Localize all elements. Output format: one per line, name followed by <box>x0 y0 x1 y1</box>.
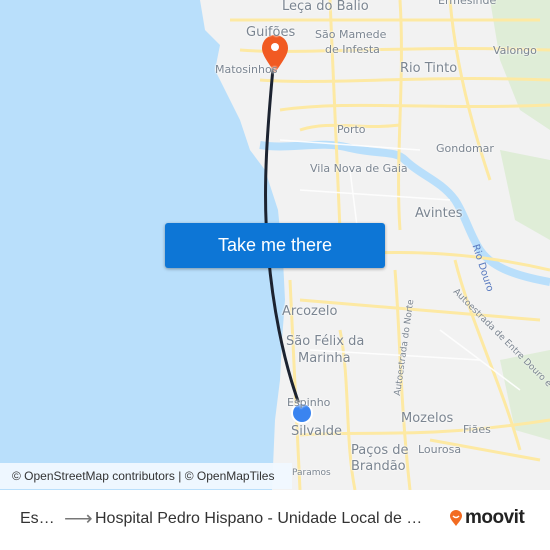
footer: Es… ⟶ Hospital Pedro Hispano - Unidade L… <box>0 490 550 550</box>
place-label: São Mamede <box>315 28 387 41</box>
place-label: São Félix da <box>286 334 365 349</box>
place-label: Lourosa <box>418 443 462 456</box>
place-label: Brandão <box>351 459 406 474</box>
place-label: Gondomar <box>436 142 494 155</box>
arrow-right-icon: ⟶ <box>64 508 93 530</box>
place-label: Guifões <box>246 25 296 40</box>
take-me-there-button[interactable]: Take me there <box>165 223 385 268</box>
place-label: Fiães <box>463 423 491 436</box>
brand-name: moovit <box>465 507 525 528</box>
place-label: Ermesinde <box>438 0 497 7</box>
place-label: Avintes <box>415 206 463 221</box>
origin-name: Es… <box>20 510 55 527</box>
destination-name: Hospital Pedro Hispano - Unidade Local d… <box>95 510 423 527</box>
map[interactable]: Leça do Balio Ermesinde Guifões São Mame… <box>0 0 550 490</box>
map-attribution[interactable]: © OpenStreetMap contributors | © OpenMap… <box>0 463 292 489</box>
place-label: Porto <box>337 123 366 136</box>
place-label: Paramos <box>292 468 331 478</box>
place-label: Valongo <box>493 44 537 57</box>
place-label: Silvalde <box>291 424 342 439</box>
place-label: Rio Tinto <box>400 61 458 76</box>
place-label: Vila Nova de Gaia <box>310 162 408 175</box>
place-label: Matosinhos <box>215 63 278 76</box>
place-label: Arcozelo <box>282 304 338 319</box>
place-label: Paços de <box>351 443 409 458</box>
place-label: de Infesta <box>325 43 380 56</box>
attribution-text[interactable]: © OpenStreetMap contributors | © OpenMap… <box>12 469 274 483</box>
place-label: Marinha <box>298 351 351 366</box>
park <box>500 150 550 240</box>
place-label: Espinho <box>287 396 331 409</box>
place-label: Mozelos <box>401 411 454 426</box>
place-label: Leça do Balio <box>282 0 369 14</box>
moovit-pin-icon <box>450 510 462 526</box>
moovit-logo[interactable]: moovit <box>449 507 525 529</box>
